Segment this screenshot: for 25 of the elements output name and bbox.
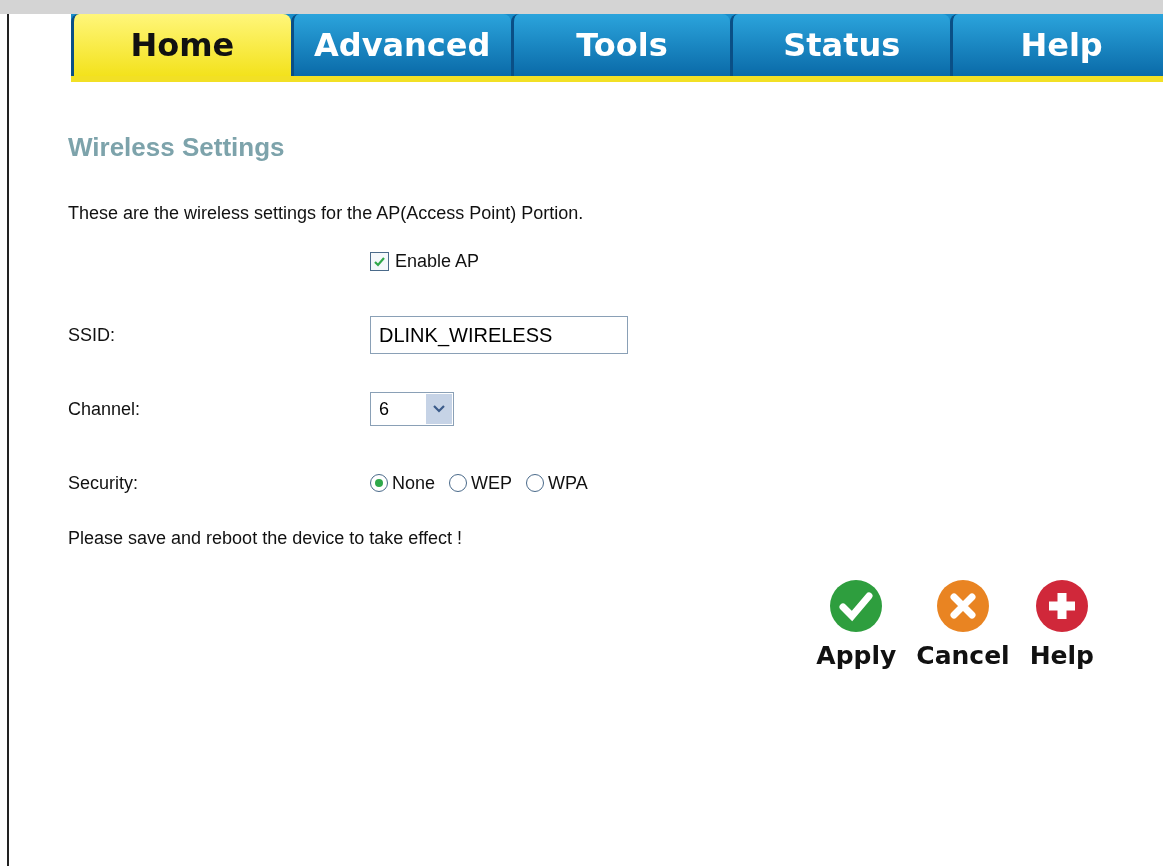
close-icon: [935, 579, 990, 633]
check-icon: [829, 579, 884, 633]
help-button[interactable]: Help: [1029, 579, 1094, 670]
radio-label: WPA: [548, 472, 588, 494]
checkbox-label: Enable AP: [395, 250, 480, 272]
apply-button[interactable]: Apply: [816, 579, 897, 670]
field-label: Channel:: [68, 398, 142, 420]
note-text: Please save and reboot the device to take effect !: [68, 528, 463, 549]
plus-icon: [1034, 579, 1089, 633]
nav-tab[interactable]: Status: [730, 14, 951, 76]
channel-dropdown[interactable]: 6: [370, 392, 454, 426]
radio-label: WEP: [471, 472, 513, 494]
ssid-input[interactable]: DLINK_WIRELESS: [370, 316, 628, 354]
cancel-button[interactable]: Cancel: [916, 579, 1010, 670]
radio-label: None: [392, 472, 436, 494]
nav-tab[interactable]: Advanced: [290, 14, 511, 76]
field-label: SSID:: [68, 324, 116, 346]
chevron-down-icon: [433, 405, 445, 413]
nav-tab[interactable]: Tools: [510, 14, 731, 76]
checkbox[interactable]: [370, 251, 389, 271]
page-title: Wireless Settings: [68, 132, 286, 163]
field-label: Security:: [68, 472, 140, 494]
nav-tab[interactable]: Help: [950, 14, 1163, 76]
description-text: These are the wireless settings for the AP(Access Point) Portion.: [68, 203, 585, 224]
nav-tab[interactable]: Home: [71, 14, 291, 76]
